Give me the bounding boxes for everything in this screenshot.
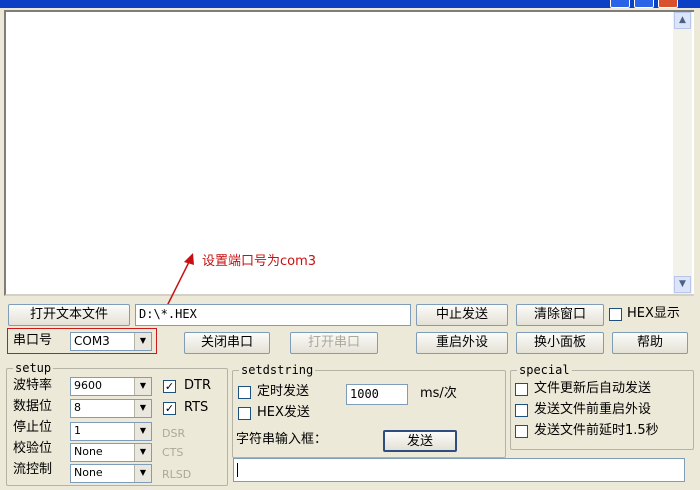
special-legend: special [517,363,572,377]
delay-before-send-checkbox[interactable] [515,425,528,438]
send-button[interactable]: 发送 [383,430,457,452]
restart-before-send-label: 发送文件前重启外设 [534,402,652,417]
stop-bits-value: 1 [74,424,81,437]
cts-indicator: CTS [162,446,184,459]
restart-device-button[interactable]: 重启外设 [416,332,508,354]
data-bits-value: 8 [74,401,81,414]
close-window-button[interactable] [658,0,678,8]
receive-textarea[interactable] [4,10,694,296]
string-input-label: 字符串输入框： [236,432,328,447]
stop-send-button[interactable]: 中止发送 [416,304,508,326]
small-panel-button[interactable]: 换小面板 [516,332,604,354]
port-select[interactable]: COM3 ▼ [70,332,152,351]
hex-send-label: HEX发送 [257,405,310,420]
help-button[interactable]: 帮助 [612,332,688,354]
rts-checkbox[interactable]: ✓ [163,402,176,415]
scroll-up-icon[interactable]: ▲ [674,12,691,29]
dropdown-arrow-icon[interactable]: ▼ [134,378,151,395]
stop-bits-select[interactable]: 1 ▼ [70,422,152,441]
string-input[interactable] [233,458,685,482]
rlsd-indicator: RLSD [162,468,192,481]
dropdown-arrow-icon[interactable]: ▼ [134,465,151,482]
flow-select[interactable]: None ▼ [70,464,152,483]
hex-display-checkbox[interactable] [609,308,622,321]
flow-label: 流控制 [13,462,53,477]
hex-display-label: HEX显示 [627,306,680,321]
scroll-down-icon[interactable]: ▼ [674,276,691,293]
stop-bits-label: 停止位 [13,420,53,435]
dtr-checkbox[interactable]: ✓ [163,380,176,393]
dsr-indicator: DSR [162,427,186,440]
parity-value: None [74,445,103,458]
port-label: 串口号 [13,333,53,348]
parity-select[interactable]: None ▼ [70,443,152,462]
minimize-button[interactable] [610,0,630,8]
restart-before-send-checkbox[interactable] [515,404,528,417]
baud-label: 波特率 [13,378,53,393]
dropdown-arrow-icon[interactable]: ▼ [134,400,151,417]
open-port-button[interactable]: 打开串口 [290,332,378,354]
dropdown-arrow-icon[interactable]: ▼ [134,444,151,461]
setup-legend: setup [13,361,54,375]
close-port-button[interactable]: 关闭串口 [184,332,270,354]
hex-send-checkbox[interactable] [238,407,251,420]
data-bits-select[interactable]: 8 ▼ [70,399,152,418]
data-bits-label: 数据位 [13,399,53,414]
clear-window-button[interactable]: 清除窗口 [516,304,604,326]
annotation-note: 设置端口号为com3 [202,254,317,269]
interval-input[interactable]: 1000 [346,384,408,405]
auto-send-on-update-checkbox[interactable] [515,383,528,396]
dropdown-arrow-icon[interactable]: ▼ [134,423,151,440]
port-value: COM3 [74,334,110,348]
flow-value: None [74,466,103,479]
interval-unit: ms/次 [420,386,457,401]
timed-send-label: 定时发送 [257,384,310,399]
text-cursor [237,463,238,477]
setdstring-legend: setdstring [239,363,316,377]
dtr-label: DTR [184,378,211,393]
file-path-input[interactable]: D:\*.HEX [135,304,411,326]
delay-before-send-label: 发送文件前延时1.5秒 [534,423,659,438]
auto-send-on-update-label: 文件更新后自动发送 [534,381,652,396]
baud-value: 9600 [74,379,102,392]
baud-select[interactable]: 9600 ▼ [70,377,152,396]
open-text-file-button[interactable]: 打开文本文件 [8,304,130,326]
receive-scrollbar[interactable]: ▲ ▼ [673,12,692,294]
rts-label: RTS [184,400,209,415]
timed-send-checkbox[interactable] [238,386,251,399]
parity-label: 校验位 [13,441,53,456]
dropdown-arrow-icon[interactable]: ▼ [134,333,151,350]
title-bar [0,0,700,8]
maximize-button[interactable] [634,0,654,8]
